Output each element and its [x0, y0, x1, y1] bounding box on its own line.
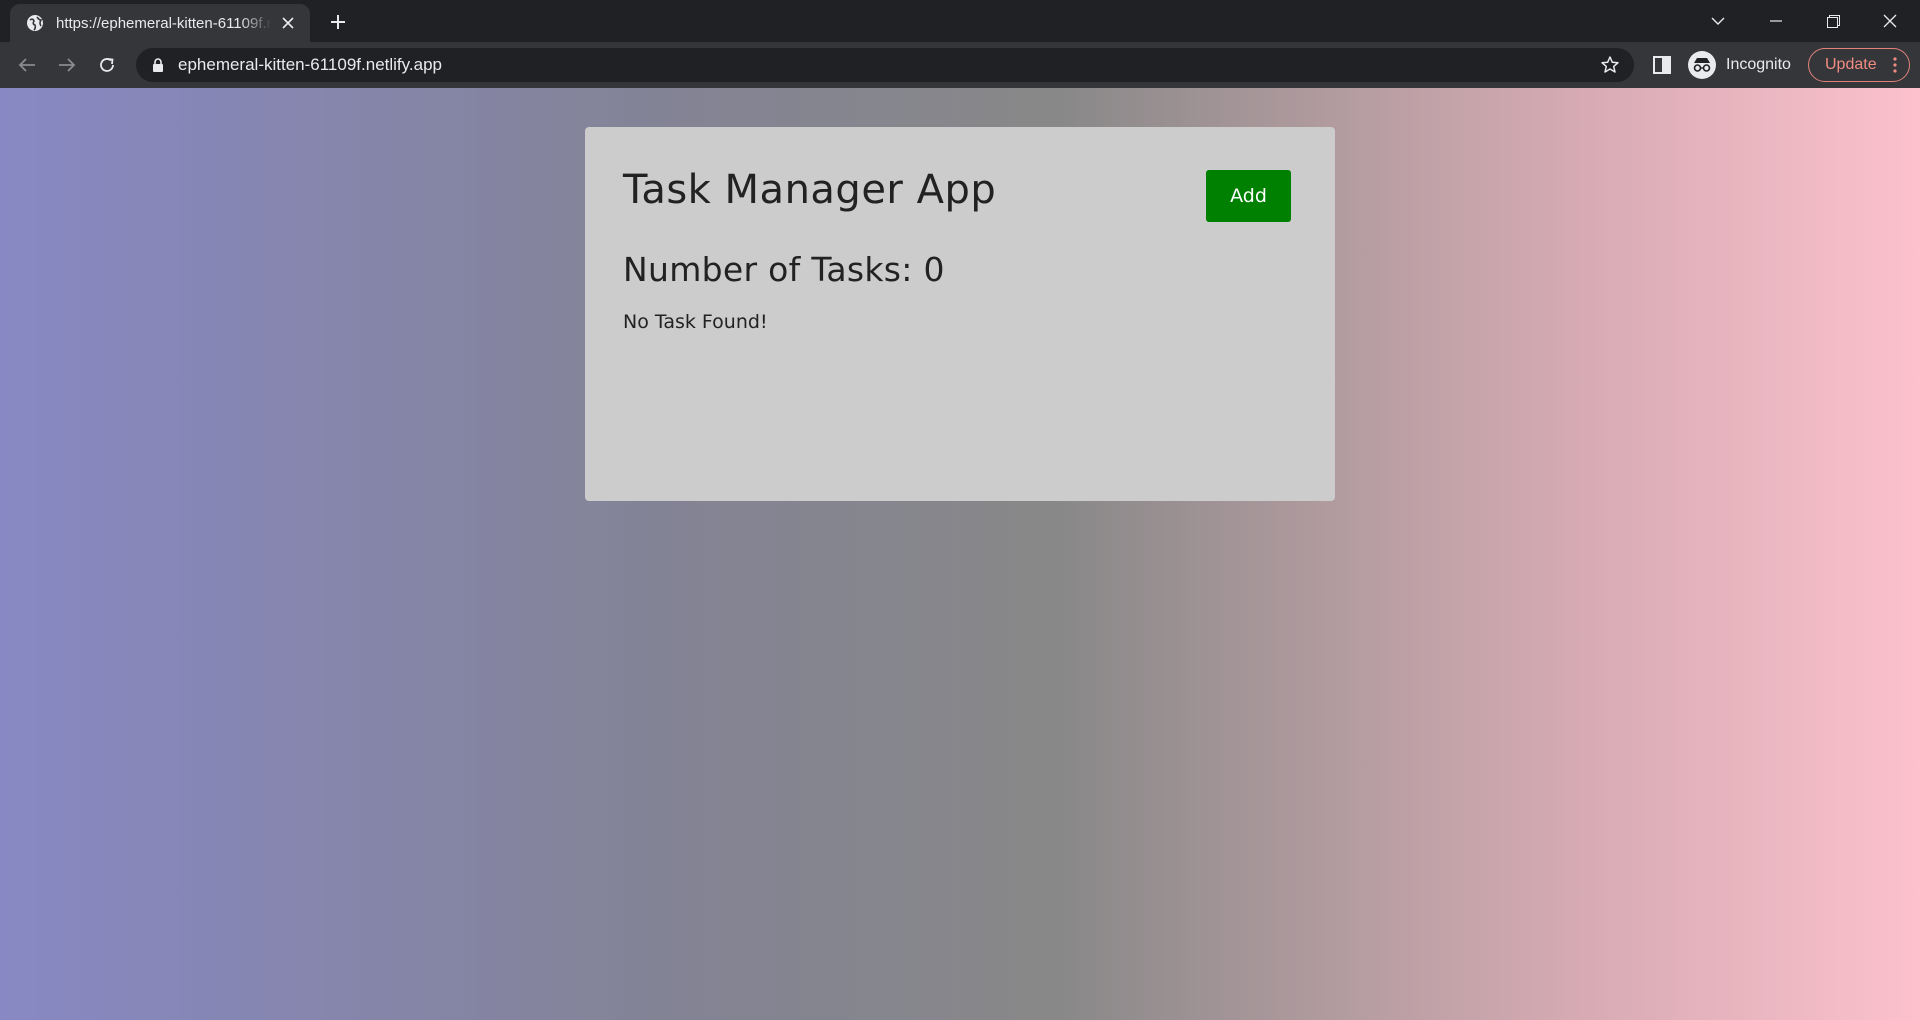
tab-strip: https://ephemeral-kitten-61109f.netlify.… [0, 0, 1920, 42]
browser-toolbar: ephemeral-kitten-61109f.netlify.app Inco… [0, 42, 1920, 88]
browser-tab[interactable]: https://ephemeral-kitten-61109f.netlify.… [10, 4, 310, 42]
chevron-down-icon[interactable] [1698, 6, 1738, 36]
task-count-value: 0 [923, 250, 945, 289]
task-count-heading: Number of Tasks: 0 [623, 250, 945, 289]
close-icon[interactable] [278, 13, 298, 33]
more-vert-icon [1893, 57, 1897, 73]
incognito-icon [1688, 51, 1716, 79]
page-title: Task Manager App [623, 167, 997, 213]
page-viewport: Task Manager App Add Number of Tasks: 0 … [0, 88, 1920, 1020]
minimize-icon[interactable] [1756, 6, 1796, 36]
reload-icon[interactable] [93, 51, 121, 79]
task-count-label: Number of Tasks: [623, 250, 924, 289]
task-manager-card: Task Manager App Add Number of Tasks: 0 … [585, 127, 1335, 501]
side-panel-icon[interactable] [1650, 53, 1674, 77]
address-bar[interactable]: ephemeral-kitten-61109f.netlify.app [136, 48, 1634, 82]
restore-icon[interactable] [1813, 6, 1853, 36]
star-icon[interactable] [1600, 55, 1620, 75]
tab-title: https://ephemeral-kitten-61109f.netlify.… [56, 14, 272, 32]
lock-icon[interactable] [150, 57, 166, 73]
update-button[interactable]: Update [1808, 48, 1910, 82]
url-text: ephemeral-kitten-61109f.netlify.app [178, 55, 442, 74]
update-label: Update [1825, 56, 1877, 73]
close-window-icon[interactable] [1870, 6, 1910, 36]
globe-icon [26, 14, 44, 32]
incognito-label: Incognito [1726, 56, 1791, 73]
add-task-button[interactable]: Add [1206, 170, 1291, 222]
incognito-profile[interactable]: Incognito [1688, 50, 1791, 80]
plus-icon[interactable] [326, 10, 350, 34]
forward-icon[interactable] [53, 51, 81, 79]
back-icon[interactable] [13, 51, 41, 79]
empty-state-message: No Task Found! [623, 311, 768, 333]
